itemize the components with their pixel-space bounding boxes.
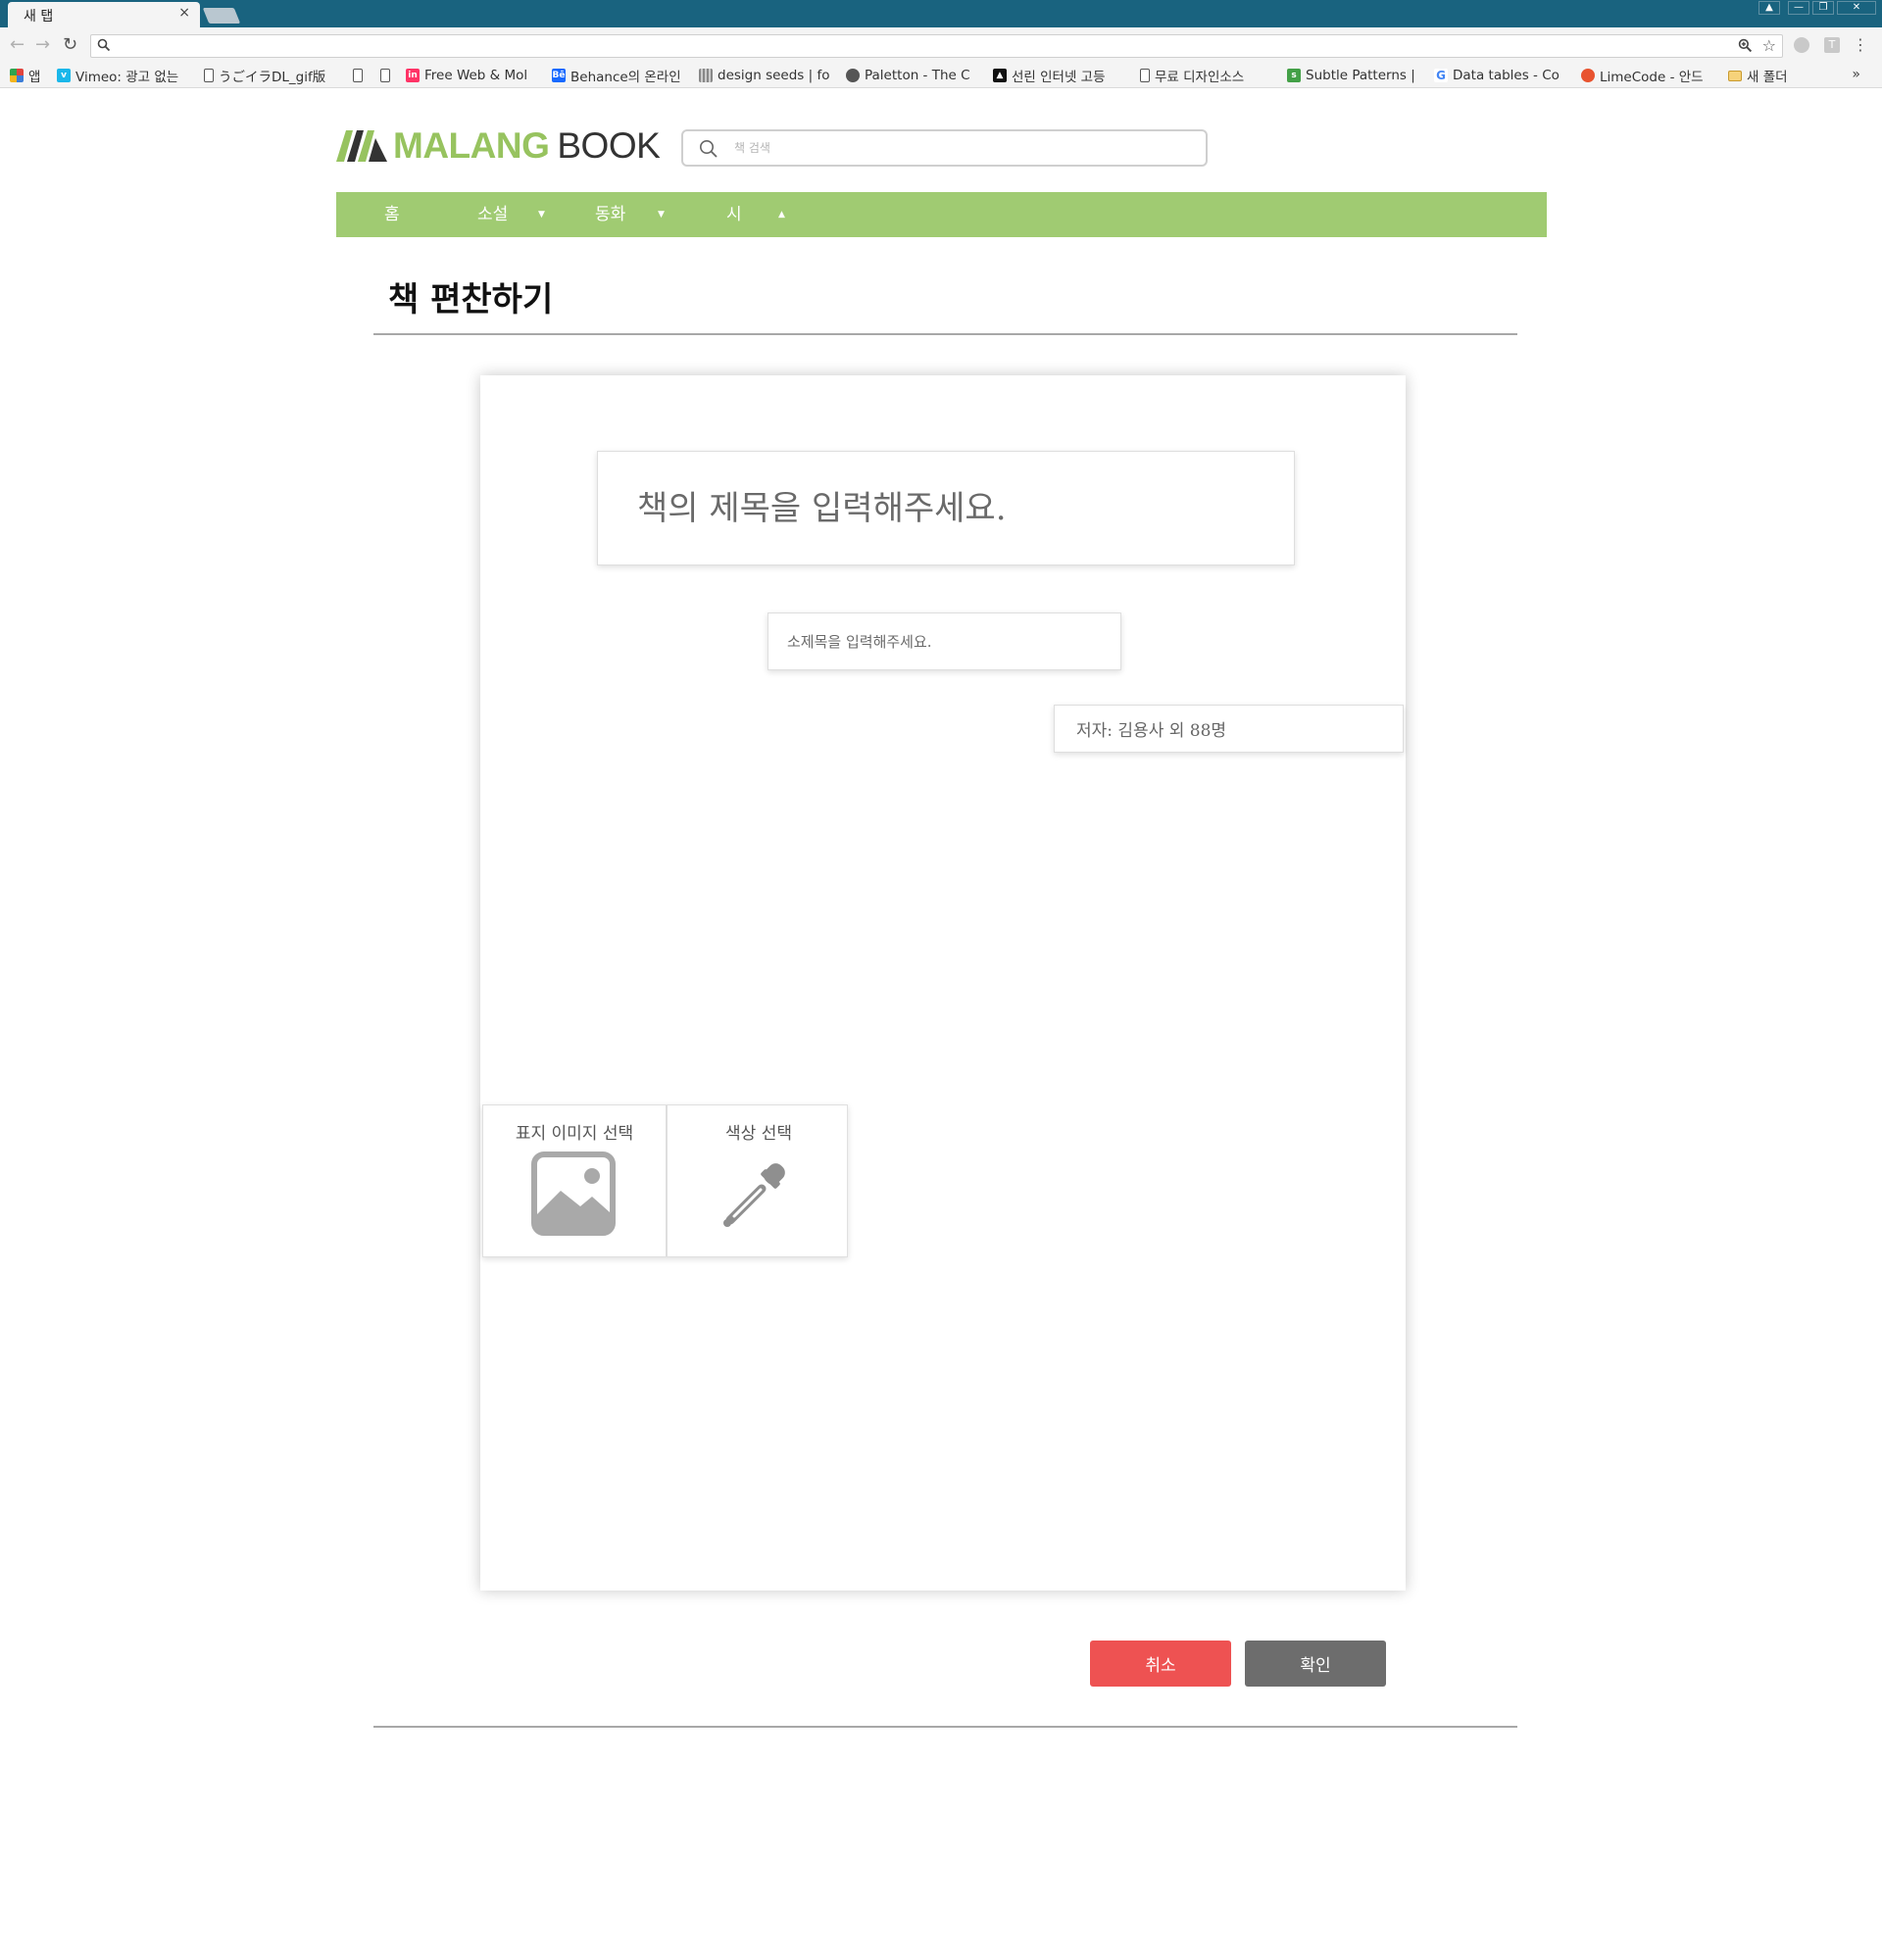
confirm-button[interactable]: 확인: [1245, 1641, 1386, 1687]
new-tab-button[interactable]: [202, 8, 241, 24]
page-icon: [204, 69, 214, 82]
profile-button[interactable]: ▲: [1758, 1, 1780, 15]
color-select-button[interactable]: 색상 선택: [669, 1105, 848, 1256]
bookmark-new-folder[interactable]: 새 폴더: [1728, 67, 1826, 84]
restore-button[interactable]: ❐: [1812, 1, 1834, 15]
bookmark-apps[interactable]: 앱: [10, 67, 51, 84]
minimize-button[interactable]: —: [1788, 1, 1809, 15]
nav-item-home[interactable]: 홈: [384, 192, 400, 237]
google-icon: G: [1434, 69, 1448, 82]
reload-icon[interactable]: ↻: [63, 34, 77, 55]
logo-book-text: BOOK: [557, 125, 661, 166]
eyedropper-icon: [723, 1163, 785, 1227]
folder-icon: [1728, 70, 1742, 81]
title-divider: [373, 333, 1517, 335]
page-icon: [380, 69, 390, 82]
site-logo[interactable]: MALANG BOOK: [336, 125, 661, 167]
tab-close-icon[interactable]: ×: [178, 5, 190, 21]
bookmark-behance[interactable]: Bē Behance의 온라인: [552, 67, 687, 84]
cover-options-panel: 표지 이미지 선택 색상 선택: [482, 1104, 848, 1257]
forward-icon[interactable]: →: [35, 34, 50, 55]
behance-icon: Bē: [552, 69, 566, 82]
subtlepatterns-icon: s: [1287, 69, 1301, 82]
book-title-input[interactable]: [598, 452, 1294, 564]
vimeo-icon: v: [57, 69, 71, 82]
footer-divider: [373, 1726, 1517, 1728]
back-icon[interactable]: ←: [10, 34, 25, 55]
bookmark-vimeo[interactable]: v Vimeo: 광고 없는: [57, 67, 194, 84]
bookmark-paletton[interactable]: Paletton - The C: [846, 67, 981, 84]
tab-title: 새 탭: [24, 9, 54, 24]
invision-icon: in: [406, 69, 420, 82]
book-subtitle-input[interactable]: [768, 613, 1120, 669]
chevron-up-icon[interactable]: ▲: [778, 192, 785, 237]
zoom-icon[interactable]: [1738, 38, 1753, 53]
bookmark-data-tables[interactable]: G Data tables - Co: [1434, 67, 1569, 84]
book-search-box[interactable]: [681, 129, 1208, 167]
browser-tab[interactable]: 새 탭 ×: [8, 2, 200, 27]
extension-t-icon[interactable]: T: [1824, 37, 1840, 53]
nav-item-poem[interactable]: 시: [726, 192, 742, 237]
book-author-field[interactable]: [1054, 705, 1404, 753]
chevron-down-icon[interactable]: ▼: [538, 192, 545, 237]
search-icon: [700, 140, 718, 158]
main-nav: 홈 소설 ▼ 동화 ▼ 시 ▲: [336, 192, 1547, 237]
bookmark-design-seeds[interactable]: design seeds | fo: [699, 67, 834, 84]
address-bar[interactable]: ☆: [90, 34, 1783, 58]
bookmark-page-1[interactable]: [353, 67, 371, 84]
limecode-icon: [1581, 69, 1595, 82]
bookmarks-bar: 앱 v Vimeo: 광고 없는 うごイラDL_gif版 in Free Web…: [0, 63, 1882, 88]
bookmark-ugoira[interactable]: うごイラDL_gif版: [204, 67, 343, 84]
page-icon: [1140, 69, 1150, 82]
nav-item-novel[interactable]: 소설: [477, 192, 508, 237]
book-subtitle-field[interactable]: [768, 612, 1121, 670]
bookmark-limecode[interactable]: LimeCode - 안드: [1581, 67, 1716, 84]
cover-image-select-button[interactable]: 표지 이미지 선택: [483, 1105, 668, 1256]
book-author-input[interactable]: [1055, 706, 1403, 752]
extension-icon[interactable]: [1794, 37, 1809, 53]
close-window-button[interactable]: ✕: [1837, 1, 1876, 15]
bookmark-page-2[interactable]: [380, 67, 398, 84]
bookmark-invision[interactable]: in Free Web & Mol: [406, 67, 541, 84]
menu-icon[interactable]: ⋮: [1853, 35, 1868, 54]
logo-malang-text: MALANG: [393, 125, 550, 166]
cover-image-label: 표지 이미지 선택: [515, 1124, 634, 1144]
cancel-button[interactable]: 취소: [1090, 1641, 1231, 1687]
color-select-label: 색상 선택: [725, 1124, 792, 1144]
bookmark-subtle-patterns[interactable]: s Subtle Patterns |: [1287, 67, 1422, 84]
page-title: 책 편찬하기: [388, 280, 554, 319]
designseeds-icon: [699, 69, 713, 82]
book-search-input[interactable]: [734, 137, 1185, 159]
search-icon: [97, 38, 111, 52]
page-icon: [353, 69, 363, 82]
book-cover-editor: 표지 이미지 선택 색상 선택: [480, 375, 1406, 1591]
paletton-icon: [846, 69, 860, 82]
chevron-down-icon[interactable]: ▼: [658, 192, 665, 237]
browser-toolbar: ← → ↻ ☆ T ⋮: [0, 27, 1882, 63]
sunrin-icon: ▲: [993, 69, 1007, 82]
bookmark-sunrin[interactable]: ▲ 선린 인터넷 고등: [993, 67, 1128, 84]
bookmarks-more-icon[interactable]: »: [1852, 67, 1860, 82]
star-icon[interactable]: ☆: [1762, 36, 1776, 55]
apps-icon: [10, 69, 24, 82]
nav-item-fairytale[interactable]: 동화: [595, 192, 625, 237]
book-title-field[interactable]: [597, 451, 1295, 565]
logo-mark-icon: [336, 130, 387, 162]
bookmark-free-design[interactable]: 무료 디자인소스: [1140, 67, 1271, 84]
image-icon: [531, 1152, 616, 1236]
browser-titlebar: 새 탭 × ▲ — ❐ ✕: [0, 0, 1882, 27]
